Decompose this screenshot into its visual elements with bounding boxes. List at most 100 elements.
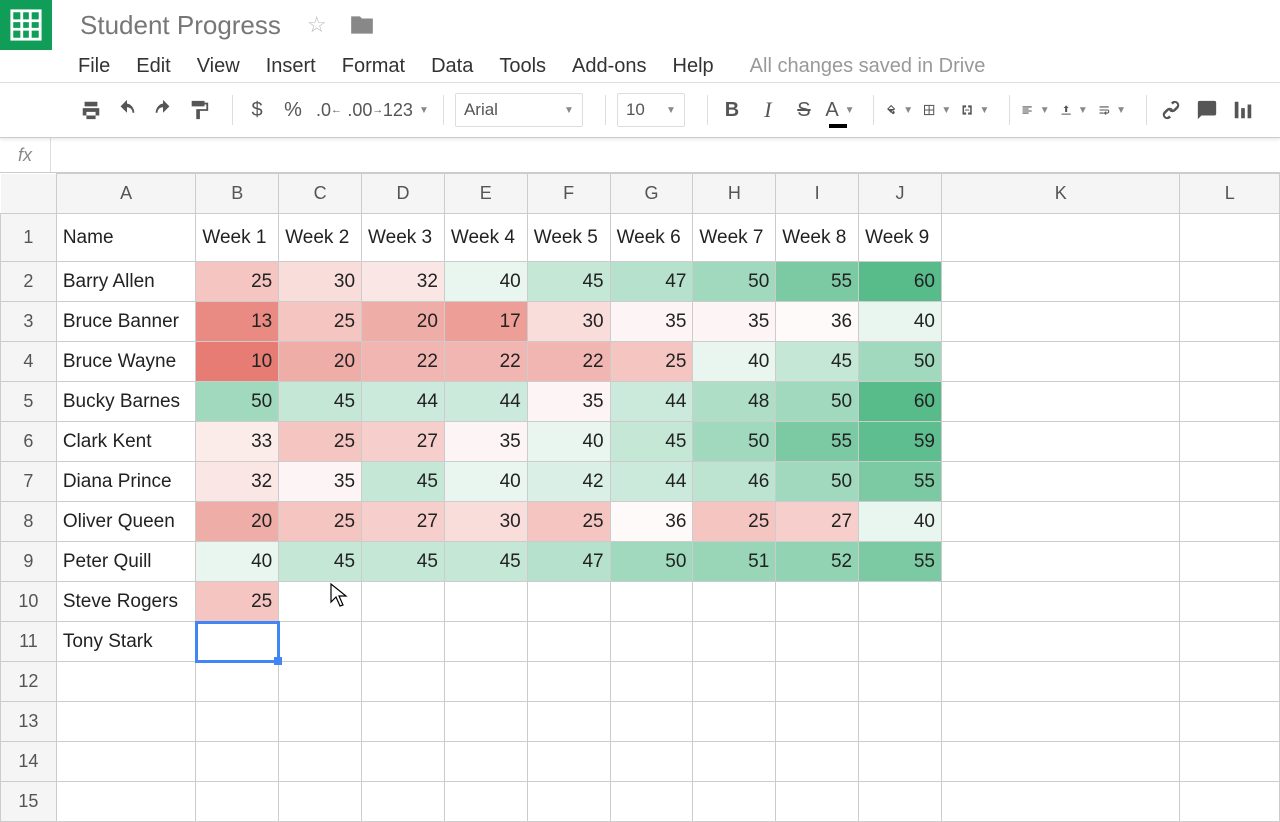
font-select[interactable]: Arial▼ xyxy=(455,93,583,127)
cell[interactable]: Week 8 xyxy=(776,214,859,262)
cell[interactable] xyxy=(776,582,859,622)
bold-button[interactable]: B xyxy=(719,95,745,125)
cell[interactable]: 30 xyxy=(279,262,362,302)
cell[interactable] xyxy=(941,302,1180,342)
cell[interactable]: 45 xyxy=(444,542,527,582)
cell[interactable] xyxy=(776,702,859,742)
cell[interactable] xyxy=(1180,582,1280,622)
cell[interactable]: 13 xyxy=(196,302,279,342)
cell[interactable] xyxy=(941,662,1180,702)
cell[interactable]: 25 xyxy=(693,502,776,542)
cell[interactable]: Name xyxy=(56,214,196,262)
cell[interactable]: 52 xyxy=(776,542,859,582)
insert-link-button[interactable] xyxy=(1158,95,1184,125)
cell[interactable] xyxy=(941,214,1180,262)
folder-icon[interactable] xyxy=(347,12,377,38)
cell[interactable]: 45 xyxy=(527,262,610,302)
spreadsheet-grid[interactable]: ABCDEFGHIJKL1NameWeek 1Week 2Week 3Week … xyxy=(0,173,1280,822)
cell[interactable]: 36 xyxy=(776,302,859,342)
cell[interactable] xyxy=(362,782,445,822)
cell[interactable]: 17 xyxy=(444,302,527,342)
column-header[interactable]: J xyxy=(859,174,942,214)
cell[interactable]: Week 3 xyxy=(362,214,445,262)
cell[interactable] xyxy=(941,262,1180,302)
paint-format-icon[interactable] xyxy=(186,95,212,125)
cell[interactable]: 25 xyxy=(279,422,362,462)
text-wrap-button[interactable]: ▼ xyxy=(1098,95,1126,125)
cell[interactable] xyxy=(444,582,527,622)
column-header[interactable]: D xyxy=(362,174,445,214)
cell[interactable]: 42 xyxy=(527,462,610,502)
cell[interactable]: 27 xyxy=(362,502,445,542)
cell[interactable]: 32 xyxy=(362,262,445,302)
redo-icon[interactable] xyxy=(150,95,176,125)
cell[interactable]: 45 xyxy=(362,542,445,582)
cell[interactable] xyxy=(859,702,942,742)
cell[interactable] xyxy=(776,622,859,662)
cell[interactable]: 55 xyxy=(859,462,942,502)
cell[interactable] xyxy=(1180,262,1280,302)
row-header[interactable]: 10 xyxy=(1,582,57,622)
strikethrough-button[interactable]: S xyxy=(791,95,817,125)
cell[interactable] xyxy=(444,622,527,662)
cell[interactable] xyxy=(362,702,445,742)
cell[interactable] xyxy=(941,342,1180,382)
cell[interactable] xyxy=(527,582,610,622)
horizontal-align-button[interactable]: ▼ xyxy=(1021,95,1049,125)
cell[interactable]: 50 xyxy=(693,262,776,302)
cell[interactable] xyxy=(56,782,196,822)
column-header[interactable]: A xyxy=(56,174,196,214)
cell[interactable] xyxy=(444,662,527,702)
cell[interactable]: 25 xyxy=(610,342,693,382)
cell[interactable] xyxy=(941,422,1180,462)
increase-decimal[interactable]: .00→ xyxy=(352,95,379,125)
cell[interactable]: Bruce Wayne xyxy=(56,342,196,382)
column-header[interactable]: F xyxy=(527,174,610,214)
cell[interactable] xyxy=(941,702,1180,742)
cell[interactable] xyxy=(859,782,942,822)
row-header[interactable]: 9 xyxy=(1,542,57,582)
cell[interactable] xyxy=(56,702,196,742)
cell[interactable] xyxy=(859,742,942,782)
cell[interactable] xyxy=(693,622,776,662)
cell[interactable]: Oliver Queen xyxy=(56,502,196,542)
cell[interactable]: Week 6 xyxy=(610,214,693,262)
column-header[interactable]: H xyxy=(693,174,776,214)
cell[interactable]: Steve Rogers xyxy=(56,582,196,622)
cell[interactable]: 50 xyxy=(610,542,693,582)
cell[interactable]: 40 xyxy=(693,342,776,382)
insert-chart-button[interactable] xyxy=(1230,95,1256,125)
menu-help[interactable]: Help xyxy=(673,55,714,78)
column-header[interactable]: E xyxy=(444,174,527,214)
undo-icon[interactable] xyxy=(114,95,140,125)
cell[interactable] xyxy=(1180,662,1280,702)
menu-format[interactable]: Format xyxy=(342,55,405,78)
decrease-decimal[interactable]: .0← xyxy=(316,95,342,125)
cell[interactable]: 50 xyxy=(859,342,942,382)
cell[interactable]: 48 xyxy=(693,382,776,422)
cell[interactable]: 35 xyxy=(444,422,527,462)
cell[interactable]: Week 9 xyxy=(859,214,942,262)
cell[interactable] xyxy=(527,782,610,822)
cell[interactable]: 40 xyxy=(444,262,527,302)
cell[interactable]: 27 xyxy=(776,502,859,542)
row-header[interactable]: 11 xyxy=(1,622,57,662)
cell[interactable] xyxy=(362,582,445,622)
cell[interactable]: Week 7 xyxy=(693,214,776,262)
cell[interactable]: Week 1 xyxy=(196,214,279,262)
column-header[interactable]: K xyxy=(941,174,1180,214)
cell[interactable] xyxy=(279,662,362,702)
cell[interactable] xyxy=(859,622,942,662)
cell[interactable] xyxy=(1180,782,1280,822)
row-header[interactable]: 2 xyxy=(1,262,57,302)
cell[interactable]: 22 xyxy=(527,342,610,382)
cell[interactable]: 40 xyxy=(444,462,527,502)
cell[interactable] xyxy=(362,742,445,782)
cell[interactable]: 44 xyxy=(444,382,527,422)
cell[interactable]: Week 2 xyxy=(279,214,362,262)
cell[interactable]: Week 5 xyxy=(527,214,610,262)
cell[interactable] xyxy=(1180,742,1280,782)
cell[interactable]: 51 xyxy=(693,542,776,582)
print-icon[interactable] xyxy=(78,95,104,125)
insert-comment-button[interactable] xyxy=(1194,95,1220,125)
